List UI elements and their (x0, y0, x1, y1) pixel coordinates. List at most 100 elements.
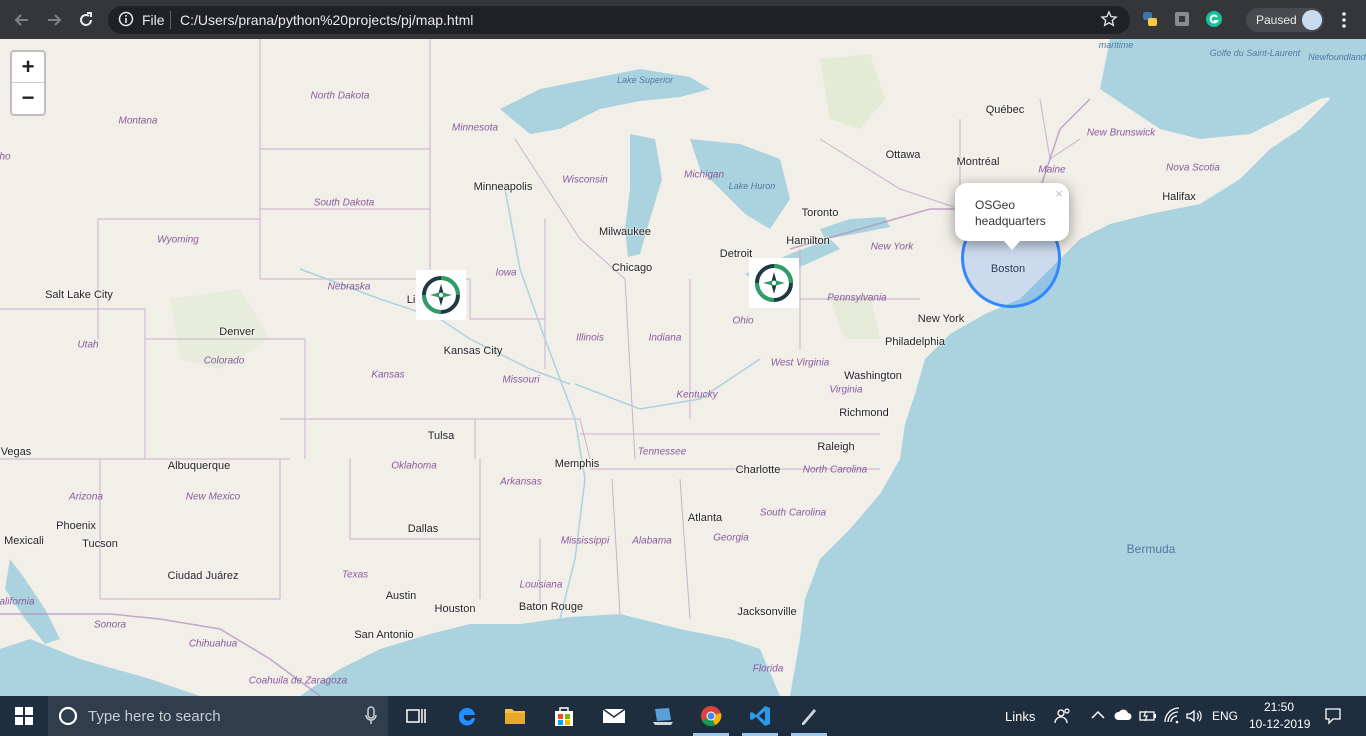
bookmark-star-icon[interactable] (1100, 10, 1118, 28)
city-label: Phoenix (56, 520, 96, 532)
region-label: Kentucky (676, 389, 718, 401)
popup-close-button[interactable]: × (1055, 186, 1063, 201)
battery-icon[interactable] (1138, 708, 1158, 724)
links-toolbar[interactable]: Links (1005, 709, 1035, 724)
region-label: Nova Scotia (1166, 162, 1220, 174)
more-vert-icon[interactable] (1336, 10, 1352, 30)
extension-icon[interactable] (1173, 10, 1191, 28)
compass-marker-icon[interactable] (749, 258, 799, 308)
water-label: Golfe du Saint-Laurent (1209, 48, 1301, 58)
browser-toolbar: File C:/Users/prana/python%20projects/pj… (0, 0, 1366, 39)
city-label: Mexicali (4, 535, 44, 547)
region-label: Michigan (683, 169, 725, 181)
city-label: Philadelphia (885, 336, 945, 348)
region-label: West Virginia (770, 357, 830, 369)
file-explorer-button[interactable] (498, 696, 532, 736)
region-label: Montana (118, 115, 158, 127)
language-indicator[interactable]: ENG (1212, 709, 1238, 723)
search-placeholder: Type here to search (88, 708, 221, 725)
region-label: Iowa (495, 267, 517, 279)
compass-marker-icon[interactable] (416, 270, 466, 320)
arrow-left-icon (14, 14, 28, 26)
store-button[interactable] (547, 696, 581, 736)
microphone-icon[interactable] (364, 706, 378, 726)
region-label: South Carolina (759, 507, 827, 519)
forward-button[interactable] (42, 8, 66, 32)
onedrive-cloud-icon[interactable] (1113, 708, 1133, 722)
city-label: Memphis (554, 458, 600, 470)
edge-taskbar-button[interactable] (450, 696, 484, 736)
url-text[interactable]: C:/Users/prana/python%20projects/pj/map.… (180, 12, 473, 28)
region-label: Ohio (732, 315, 754, 327)
region-label: North Dakota (310, 90, 370, 102)
task-view-button[interactable] (400, 696, 432, 736)
device-app-button[interactable] (646, 696, 680, 736)
clock-date[interactable]: 10-12-2019 (1249, 717, 1310, 731)
city-label: Baton Rouge (518, 601, 584, 613)
cortana-ring-icon (58, 706, 78, 726)
city-label: Kansas City (443, 345, 503, 357)
region-label: Sonora (93, 619, 127, 631)
region-label: Nebraska (327, 281, 371, 293)
chrome-taskbar-button[interactable] (694, 696, 728, 736)
region-label: Indiana (648, 332, 682, 344)
water-label: maritime (1098, 40, 1134, 50)
region-label: Georgia (713, 532, 749, 544)
windows-taskbar: Type here to search Links ENG 21:50 10-1… (0, 696, 1366, 736)
city-label: Dallas (407, 523, 439, 535)
mail-button[interactable] (597, 696, 631, 736)
city-label: Tucson (82, 538, 118, 550)
region-label: Oklahoma (391, 460, 437, 472)
taskbar-search[interactable]: Type here to search (48, 696, 388, 736)
city-label: Washington (844, 370, 902, 382)
region-label: Colorado (203, 355, 245, 367)
clock-time[interactable]: 21:50 (1264, 700, 1294, 714)
store-bag-icon (555, 707, 573, 726)
region-label: Chihuahua (188, 638, 238, 650)
region-label: Minnesota (451, 122, 499, 134)
grammarly-icon[interactable] (1205, 10, 1223, 28)
notifications-icon[interactable] (1324, 707, 1342, 725)
city-label: Austin (385, 590, 417, 602)
back-button[interactable] (10, 8, 34, 32)
reload-button[interactable] (74, 8, 98, 32)
address-bar[interactable]: File C:/Users/prana/python%20projects/pj… (108, 6, 1130, 34)
folder-icon (505, 709, 525, 724)
pen-app-button[interactable] (792, 696, 826, 736)
start-button[interactable] (0, 696, 48, 736)
python-extension-icon[interactable] (1141, 10, 1159, 28)
water-label: Lake Superior (616, 75, 674, 85)
city-label: Québec (985, 104, 1025, 116)
region-label: North Carolina (802, 464, 868, 476)
city-label: Atlanta (687, 512, 723, 524)
city-label: Montréal (956, 156, 1000, 168)
region-label: Alabama (632, 535, 672, 547)
info-icon[interactable] (118, 11, 134, 27)
vscode-taskbar-button[interactable] (743, 696, 777, 736)
city-label: Houston (434, 603, 476, 615)
region-label: Missouri (502, 374, 540, 386)
speaker-icon[interactable] (1185, 707, 1203, 725)
region-label: Maine (1038, 164, 1066, 176)
region-label: New Brunswick (1086, 127, 1156, 139)
divider (170, 11, 171, 29)
city-label: Milwaukee (599, 226, 651, 238)
region-label: Illinois (576, 332, 604, 344)
chevron-up-icon[interactable] (1091, 709, 1105, 721)
city-label: New York (917, 313, 965, 325)
zoom-out-button[interactable]: − (12, 83, 44, 113)
city-label: Halifax (1162, 191, 1196, 203)
profile-status: Paused (1256, 13, 1297, 27)
people-icon[interactable] (1054, 707, 1072, 725)
city-label: Ottawa (885, 149, 921, 161)
zoom-in-button[interactable]: + (12, 52, 44, 83)
avatar (1302, 10, 1322, 30)
city-label: Raleigh (817, 441, 855, 453)
region-label: Tennessee (637, 446, 687, 458)
region-label: Pennsylvania (827, 292, 887, 304)
map-canvas[interactable]: Minneapolis Milwaukee Chicago Detroit Toront… (0, 39, 1366, 696)
profile-button[interactable]: Paused (1246, 8, 1324, 32)
wifi-icon[interactable] (1163, 707, 1181, 725)
city-label: Minneapolis (473, 181, 533, 193)
chrome-icon (701, 706, 722, 726)
